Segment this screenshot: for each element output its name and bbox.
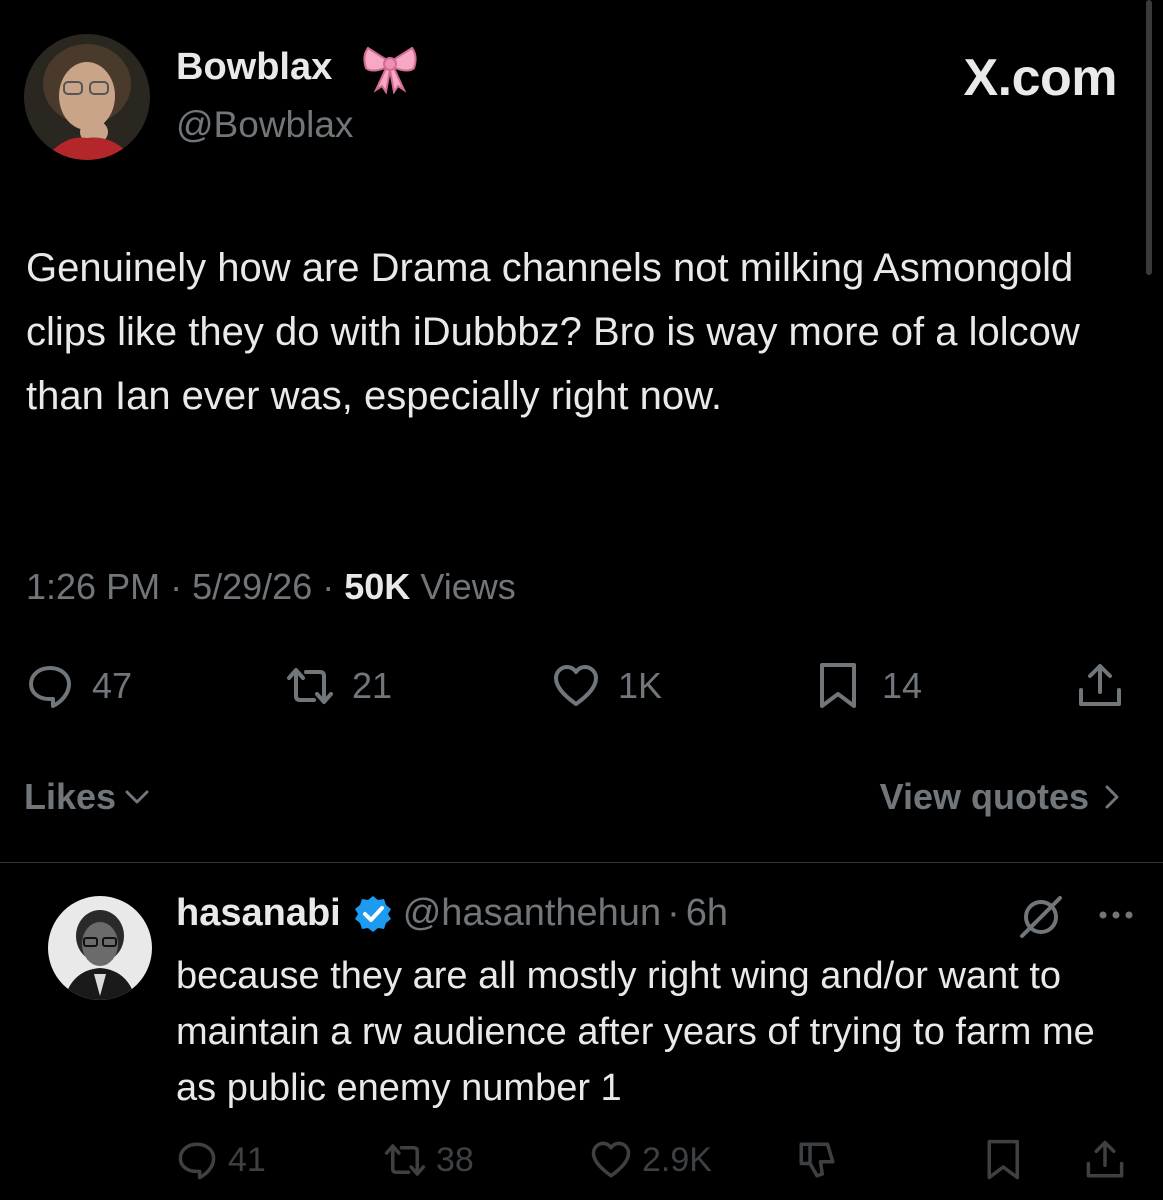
reply-age[interactable]: 6h: [686, 892, 728, 935]
speech-bubble-icon: [178, 1142, 216, 1180]
thumbs-down-icon: [799, 1142, 835, 1178]
bookmark-count: 14: [882, 665, 923, 706]
heart-icon: [591, 1141, 631, 1178]
likes-link[interactable]: Likes: [24, 776, 152, 818]
bookmark-button[interactable]: 14: [816, 660, 922, 712]
reply-dislike-button[interactable]: [796, 1138, 838, 1182]
chevron-right-icon: [1105, 785, 1119, 809]
reply-bookmark-button[interactable]: [984, 1138, 1026, 1182]
author-handle[interactable]: @Bowblax: [176, 104, 353, 146]
reply-reply-button[interactable]: 41: [176, 1138, 266, 1182]
x-com-watermark: X.com: [963, 49, 1117, 107]
reply-header: hasanabi @hasanthehun · 6h: [176, 892, 728, 935]
ribbon-bow-icon: [362, 44, 418, 95]
meta-separator: ·: [667, 892, 680, 934]
repost-arrows-icon: [384, 1144, 426, 1176]
verified-badge-icon: [354, 895, 391, 932]
view-quotes-label: View quotes: [879, 776, 1089, 817]
likes-link-label: Likes: [24, 776, 117, 817]
repost-count: 21: [352, 665, 393, 706]
reply-share-button[interactable]: [1084, 1138, 1126, 1182]
speech-bubble-icon: [29, 666, 71, 708]
bookmark-icon: [820, 663, 856, 708]
tweet-time[interactable]: 1:26 PM: [26, 566, 160, 607]
views-count: 50K: [344, 566, 411, 607]
view-quotes-link[interactable]: View quotes: [880, 776, 1127, 818]
like-button[interactable]: 1K: [552, 660, 662, 712]
reply-like-count: 2.9K: [642, 1140, 712, 1179]
author-avatar[interactable]: [24, 34, 150, 160]
tweet-meta: 1:26 PM · 5/29/26 · 50K Views: [26, 566, 516, 608]
author-name[interactable]: Bowblax: [176, 46, 332, 89]
bookmark-icon: [987, 1139, 1019, 1180]
meta-separator: ·: [170, 566, 183, 607]
reply-repost-count: 38: [436, 1140, 474, 1179]
tweet-text: Genuinely how are Drama channels not mil…: [26, 246, 1080, 418]
repost-button[interactable]: 21: [286, 660, 392, 712]
heart-icon: [554, 665, 598, 706]
views-label: Views: [420, 566, 516, 607]
reply-like-button[interactable]: 2.9K: [590, 1138, 712, 1182]
reply-author-handle[interactable]: @hasanthehun: [403, 892, 661, 935]
reply-author-avatar[interactable]: [48, 896, 152, 1000]
repost-arrows-icon: [287, 668, 333, 704]
meta-separator: ·: [322, 566, 335, 607]
reply-button[interactable]: 47: [26, 660, 132, 712]
reply-repost-button[interactable]: 38: [384, 1138, 474, 1182]
tweet-date[interactable]: 5/29/26: [192, 566, 312, 607]
chevron-down-icon: [125, 790, 149, 804]
reply-count: 47: [92, 665, 133, 706]
grok-icon[interactable]: [1018, 894, 1064, 940]
like-count: 1K: [618, 665, 663, 706]
more-dots-icon[interactable]: [1096, 900, 1136, 930]
scrollbar[interactable]: [1146, 0, 1152, 275]
share-upload-icon: [1086, 1140, 1124, 1178]
reply-author-name[interactable]: hasanabi: [176, 892, 341, 935]
reply-text: because they are all mostly right wing a…: [176, 955, 1095, 1109]
section-divider: [0, 862, 1163, 863]
share-button[interactable]: [1076, 660, 1124, 712]
share-upload-icon: [1079, 664, 1121, 706]
reply-reply-count: 41: [228, 1140, 266, 1179]
